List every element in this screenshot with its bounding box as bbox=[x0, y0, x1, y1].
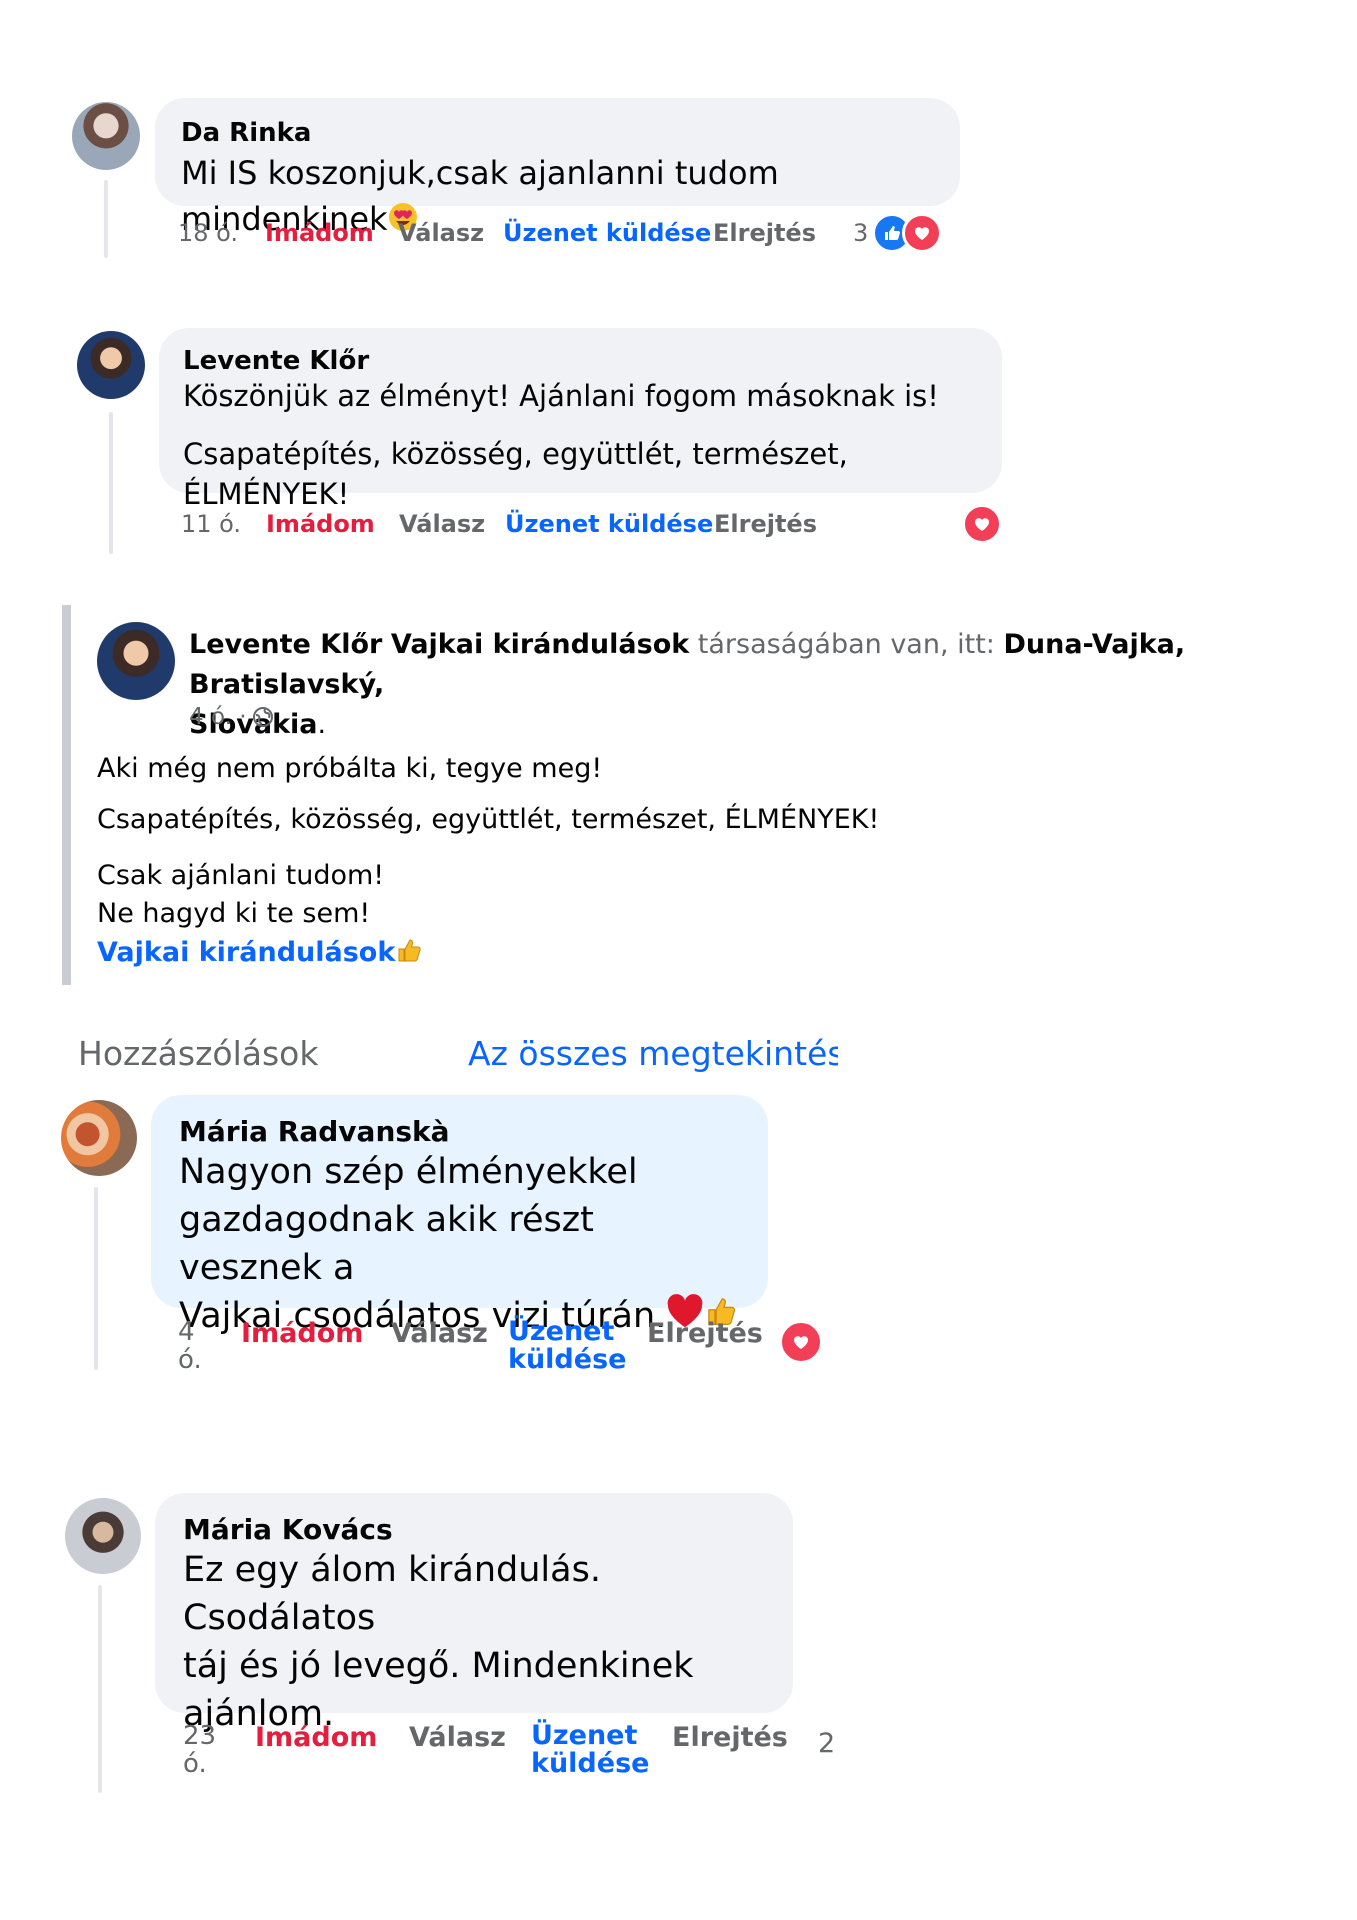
comment-time[interactable]: 11 ó. bbox=[181, 510, 241, 538]
post-text-line: Csapatépítés, közösség, együttlét, termé… bbox=[97, 804, 880, 835]
love-reaction-icon bbox=[962, 504, 1002, 544]
comment-text-line: Köszönjük az élményt! Ajánlani fogom más… bbox=[183, 379, 939, 413]
post-tag: Vajkai kirándulások bbox=[97, 936, 423, 971]
send-message-button[interactable]: Üzenet küldése bbox=[531, 1722, 649, 1778]
reactions[interactable] bbox=[779, 1320, 823, 1364]
comment-author[interactable]: Da Rinka bbox=[181, 118, 934, 148]
reply-button[interactable]: Válasz bbox=[398, 219, 484, 247]
globe-icon bbox=[252, 706, 274, 728]
post-text-line: Aki még nem próbálta ki, tegye meg! bbox=[97, 753, 603, 784]
hide-button[interactable]: Elrejtés bbox=[672, 1722, 788, 1753]
thread-line bbox=[98, 1585, 102, 1793]
like-button[interactable]: Imádom bbox=[241, 1318, 363, 1349]
post-quote-bar bbox=[62, 605, 71, 985]
post-text-line: Csak ajánlani tudom! bbox=[97, 860, 385, 891]
thread-line bbox=[104, 180, 108, 258]
reply-button[interactable]: Válasz bbox=[409, 1722, 506, 1753]
reply-button[interactable]: Válasz bbox=[399, 510, 485, 538]
reactions[interactable]: 3 bbox=[853, 213, 943, 253]
post-meta: 4 ó. · bbox=[189, 704, 274, 730]
avatar[interactable] bbox=[61, 1100, 137, 1176]
avatar[interactable] bbox=[77, 331, 145, 399]
comments-section-title: Hozzászólások bbox=[78, 1034, 319, 1073]
love-reaction-icon bbox=[902, 213, 943, 253]
hide-button[interactable]: Elrejtés bbox=[647, 1318, 763, 1349]
comment-text-line: táj és jó levegő. Mindenkinek bbox=[183, 1646, 694, 1686]
comment-text-line: gazdagodnak akik részt vesznek a bbox=[179, 1200, 594, 1288]
comment-bubble: Mária Kovács Ez egy álom kirándulás. Cso… bbox=[155, 1493, 793, 1734]
post-time[interactable]: 4 ó. · bbox=[189, 704, 247, 730]
comment-time[interactable]: 4 ó. bbox=[178, 1318, 202, 1374]
comment-text-line: Ez egy álom kirándulás. Csodálatos bbox=[183, 1550, 601, 1638]
like-button[interactable]: Imádom bbox=[266, 510, 375, 538]
like-button[interactable]: Imádom bbox=[255, 1722, 377, 1753]
comment-author[interactable]: Mária Radvanskà bbox=[179, 1115, 740, 1148]
thread-line bbox=[109, 412, 113, 554]
hide-button[interactable]: Elrejtés bbox=[713, 219, 816, 247]
post-tag-link[interactable]: Vajkai kirándulások bbox=[97, 937, 395, 968]
love-reaction-icon bbox=[779, 1320, 823, 1364]
post-avatar[interactable] bbox=[97, 622, 175, 700]
thumbs-up-emoji-icon bbox=[395, 936, 423, 971]
comment-bubble: Levente Klőr Köszönjük az élményt! Ajánl… bbox=[159, 328, 1002, 511]
comment-author[interactable]: Levente Klőr bbox=[183, 346, 978, 376]
post-group[interactable]: Vajkai kirándulások bbox=[391, 629, 689, 660]
see-all-link[interactable]: Az összes megtekintése bbox=[468, 1034, 838, 1073]
comment-author[interactable]: Mária Kovács bbox=[183, 1513, 765, 1546]
send-message-button[interactable]: Üzenet küldése bbox=[503, 219, 711, 247]
comment-text-line: Nagyon szép élményekkel bbox=[179, 1152, 638, 1192]
post-with-text: társaságában van, itt: bbox=[697, 629, 995, 660]
send-message-button[interactable]: Üzenet küldése bbox=[505, 510, 713, 538]
send-message-button[interactable]: Üzenet küldése bbox=[508, 1318, 626, 1374]
reaction-count: 3 bbox=[853, 219, 869, 247]
hide-button[interactable]: Elrejtés bbox=[714, 510, 817, 538]
comment-time[interactable]: 23 ó. bbox=[183, 1722, 216, 1778]
post-author[interactable]: Levente Klőr bbox=[189, 629, 382, 660]
reactions[interactable] bbox=[962, 504, 1002, 544]
comment-time[interactable]: 18 ó. bbox=[178, 219, 238, 247]
avatar[interactable] bbox=[65, 1498, 141, 1574]
like-button[interactable]: Imádom bbox=[265, 219, 374, 247]
thread-line bbox=[94, 1187, 98, 1370]
comment-text-line: Csapatépítés, közösség, együttlét, termé… bbox=[183, 437, 848, 511]
post-text-line: Ne hagyd ki te sem! bbox=[97, 898, 371, 929]
reply-button[interactable]: Válasz bbox=[391, 1318, 488, 1349]
post-header: Levente Klőr Vajkai kirándulások társasá… bbox=[189, 629, 1186, 740]
comment-bubble: Da Rinka Mi IS koszonjuk,csak ajanlanni … bbox=[155, 98, 960, 238]
avatar[interactable] bbox=[72, 102, 140, 170]
comment-bubble: Mária Radvanskà Nagyon szép élményekkel … bbox=[151, 1095, 768, 1336]
reaction-count[interactable]: 2 bbox=[818, 1728, 835, 1759]
